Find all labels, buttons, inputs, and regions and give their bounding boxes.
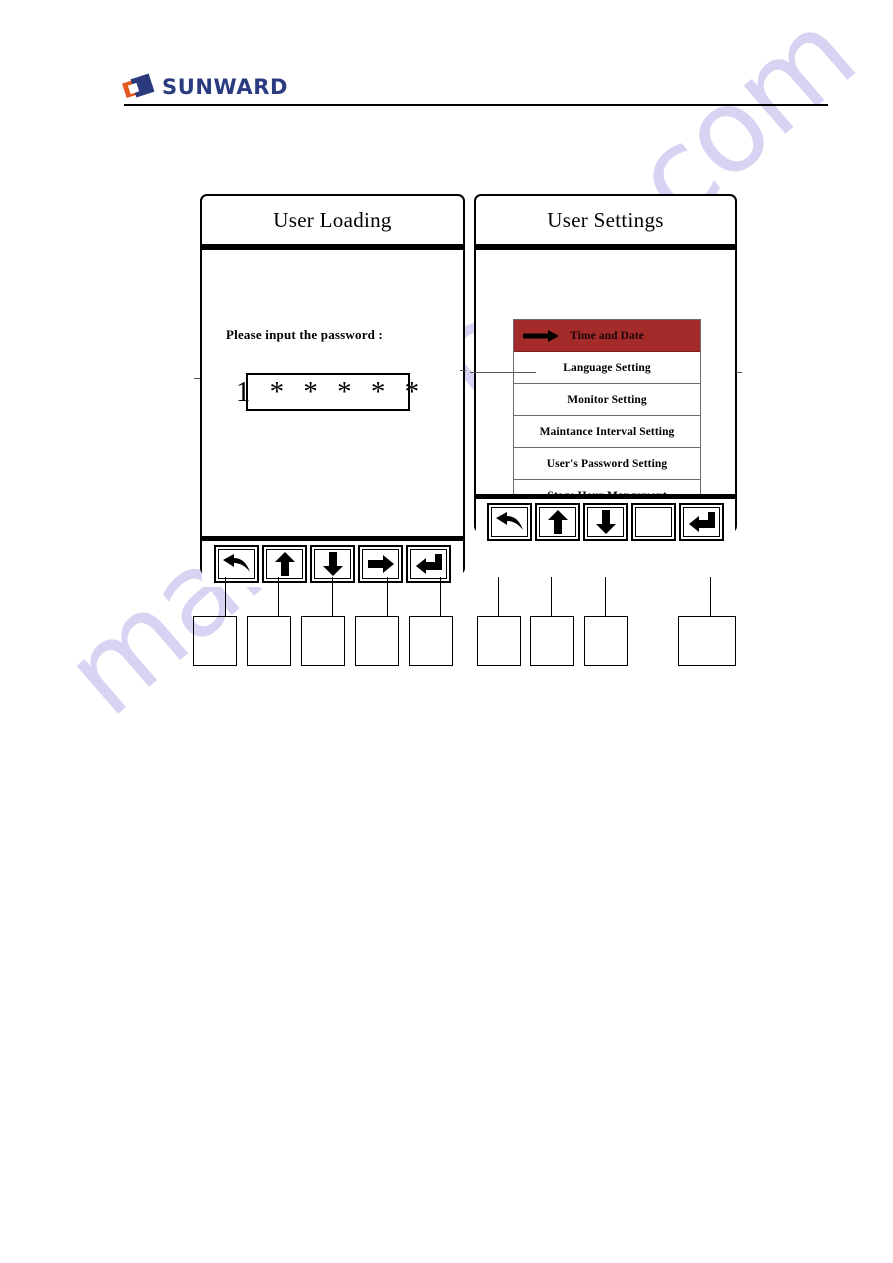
callout-box <box>477 616 521 666</box>
password-input[interactable]: 1 * * * * * <box>236 373 419 411</box>
brand-name: SUNWARD <box>162 75 289 99</box>
callout-leader <box>710 577 711 617</box>
sunward-diamond-logo-icon <box>122 73 155 101</box>
page-header: SUNWARD <box>0 0 893 120</box>
edge-tick-mid-a <box>460 370 466 371</box>
callout-leader <box>551 577 552 617</box>
up-arrow-icon <box>547 509 569 535</box>
back-arrow-icon <box>221 553 253 575</box>
brand-logo: SUNWARD <box>122 72 289 102</box>
menu-item-maintance-interval-setting[interactable]: Maintance Interval Setting <box>514 416 700 448</box>
callout-box <box>678 616 736 666</box>
callout-box <box>409 616 453 666</box>
callout-layer <box>0 0 893 1263</box>
enter-key-icon <box>415 553 443 575</box>
menu-item-label: Language Setting <box>563 361 651 374</box>
panel-body-left: Please input the password : 1 * * * * * <box>202 250 463 536</box>
callout-leader <box>605 577 606 617</box>
down-arrow-icon <box>595 509 617 535</box>
back-arrow-icon <box>494 511 526 533</box>
panel-title-left: User Loading <box>273 208 392 232</box>
menu-item-users-password-setting[interactable]: User's Password Setting <box>514 448 700 480</box>
right-arrow-icon <box>367 554 395 574</box>
toolbar-right <box>476 494 735 545</box>
key-up-left[interactable] <box>262 545 307 583</box>
right-pointer-arrow-icon <box>522 329 560 342</box>
password-input-value: 1 * * * * * <box>235 375 426 408</box>
menu-item-label: User's Password Setting <box>546 457 668 470</box>
key-back-right[interactable] <box>487 503 532 541</box>
menu-item-time-and-date[interactable]: Time and Date <box>514 320 700 352</box>
menu-item-label: Time and Date <box>570 329 644 342</box>
menu-item-label: Maintance Interval Setting <box>539 425 675 438</box>
edge-tick-left <box>194 378 200 379</box>
key-enter-right[interactable] <box>679 503 724 541</box>
key-down-left[interactable] <box>310 545 355 583</box>
callout-box <box>584 616 628 666</box>
password-prompt-label: Please input the password : <box>226 327 384 342</box>
menu-item-label: Monitor Setting <box>567 393 647 406</box>
menu-item-language-setting[interactable]: Language Setting <box>514 352 700 384</box>
up-arrow-icon <box>274 551 296 577</box>
callout-box <box>530 616 574 666</box>
device-screen-user-settings: User Settings Time and Date Language Set… <box>474 194 737 545</box>
key-down-right[interactable] <box>583 503 628 541</box>
key-enter-left[interactable] <box>406 545 451 583</box>
callout-box <box>193 616 237 666</box>
key-right-left[interactable] <box>358 545 403 583</box>
toolbar-left <box>202 536 463 587</box>
down-arrow-icon <box>322 551 344 577</box>
key-up-right[interactable] <box>535 503 580 541</box>
edge-tick-mid-b <box>470 372 536 373</box>
edge-tick-right <box>736 372 742 373</box>
callout-box <box>301 616 345 666</box>
callout-leader <box>498 577 499 617</box>
header-divider <box>124 104 828 106</box>
panel-title-right: User Settings <box>547 208 664 232</box>
device-screen-user-loading: User Loading Please input the password :… <box>200 194 465 587</box>
key-blank-right[interactable] <box>631 503 676 541</box>
callout-box <box>355 616 399 666</box>
enter-key-icon <box>688 511 716 533</box>
menu-item-monitor-setting[interactable]: Monitor Setting <box>514 384 700 416</box>
key-back-left[interactable] <box>214 545 259 583</box>
callout-box <box>247 616 291 666</box>
